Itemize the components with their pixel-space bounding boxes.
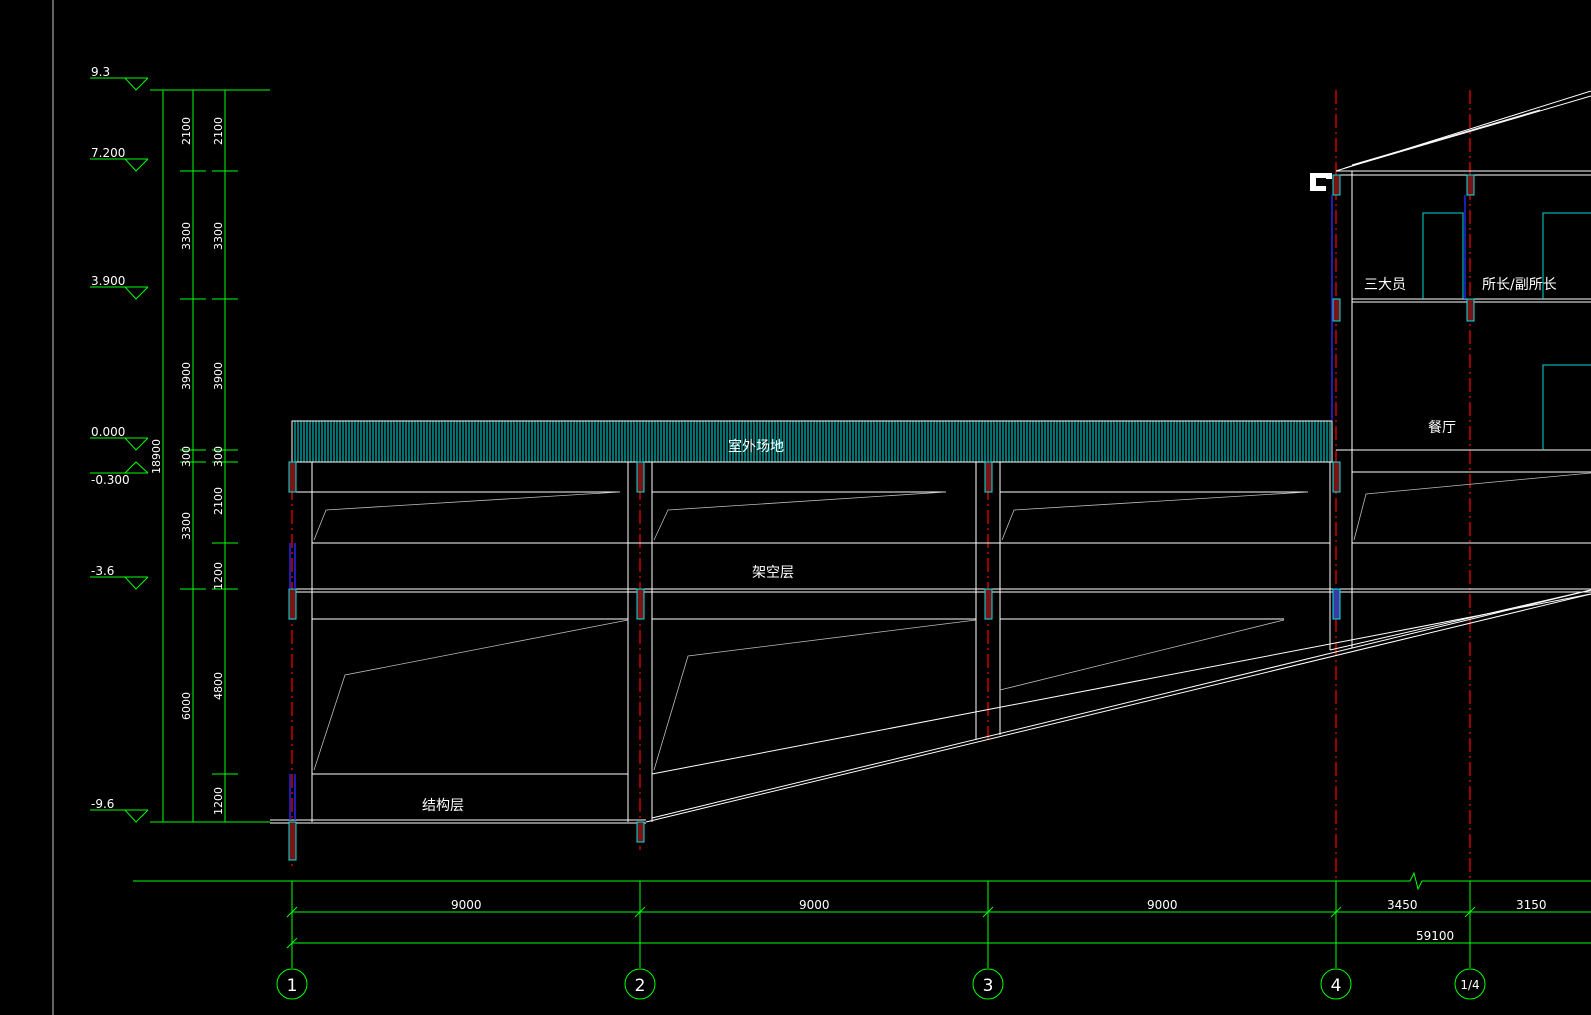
dim-inner: 2100 [212,117,225,145]
elevation-marker-3-9 [90,286,149,300]
dim-outer: 300 [180,446,193,467]
dim-outer: 3300 [180,512,193,540]
elevation-label: 3.900 [91,274,125,288]
dim-outer: 3900 [180,362,193,390]
elevation-label: -0.300 [91,473,130,487]
elevation-marker-0-000 [90,437,149,451]
axis-label-2: 2 [635,976,646,996]
elevation-dimension-group [150,89,270,823]
axis-label-1-4: 1/4 [1460,978,1479,992]
dim-inner: 2100 [212,487,225,515]
bottom-dimension-labels: 9000 9000 9000 3450 3150 59100 [451,898,1547,943]
bottom-dimension-lines [133,871,1591,968]
room-label-three-officers: 三大员 [1364,277,1406,293]
elevation-labels: 9.3 7.200 3.900 0.000 -0.300 -3.6 -9.6 [91,65,130,811]
room-labels: 架空层 结构层 三大员 所长/副所长 餐厅 [422,277,1557,814]
column-markers [288,174,1475,861]
elevation-label: 7.200 [91,146,125,160]
elevation-markers [90,77,149,823]
room-label-director: 所长/副所长 [1482,277,1557,293]
overall-dim: 59100 [1416,929,1454,943]
elevation-label: -9.6 [91,797,114,811]
dim-inner: 300 [212,446,225,467]
vertical-dim-labels: 18900 2100 3300 3900 300 3300 6000 2100 … [150,117,225,815]
dim-inner: 1200 [212,562,225,590]
elevation-marker-9-3 [90,77,149,91]
elevation-marker-neg-0-3 [90,461,149,474]
dim-outer: 3300 [180,222,193,250]
bay-dim: 9000 [451,898,482,912]
axis-label-4: 4 [1331,976,1342,996]
bay-dim: 9000 [1147,898,1178,912]
axis-label-3: 3 [983,976,994,996]
room-label-stilt-floor: 架空层 [752,565,794,581]
dim-outer: 6000 [180,692,193,720]
elevation-marker-neg-3-6 [90,576,149,590]
slope-hint-lines [313,472,1591,771]
outdoor-slab [291,420,1333,463]
elevation-marker-7-2 [90,158,149,172]
dim-inner: 4800 [212,672,225,700]
bay-dim: 3150 [1516,898,1547,912]
bay-dim: 3450 [1387,898,1418,912]
axis-label-1: 1 [287,976,298,996]
dim-outer: 2100 [180,117,193,145]
dim-inner: 3300 [212,222,225,250]
door-outlines [1422,212,1591,450]
elevation-label: -3.6 [91,564,114,578]
dim-total-height: 18900 [150,439,163,474]
axis-labels: 1 2 3 4 1/4 [287,976,1480,996]
room-label-outdoor: 室外场地 [728,438,784,455]
room-label-structure-floor: 结构层 [422,798,464,814]
cad-section-drawing: 9.3 7.200 3.900 0.000 -0.300 -3.6 -9.6 1… [52,0,1591,1015]
elevation-label: 9.3 [91,65,110,79]
gutter-detail [1310,173,1332,191]
elevation-marker-neg-9-6 [90,809,149,823]
dim-inner: 1200 [212,787,225,815]
bay-dim: 9000 [799,898,830,912]
room-label-dining: 餐厅 [1428,420,1456,436]
dim-inner: 3900 [212,362,225,390]
elevation-label: 0.000 [91,425,125,439]
axis-bubbles [276,968,1486,1000]
blue-wall-lines [289,195,1466,820]
axis-centerlines [291,90,1471,880]
